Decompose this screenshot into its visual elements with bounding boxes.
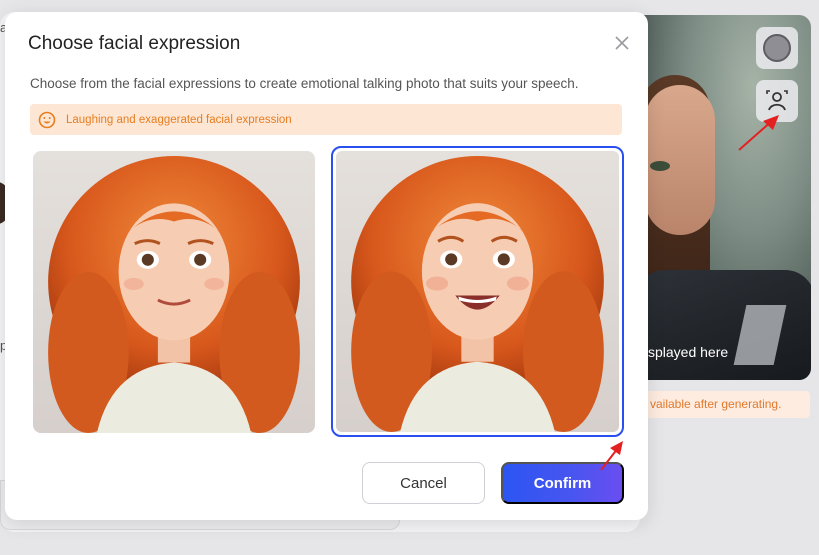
cancel-button[interactable]: Cancel — [362, 462, 485, 504]
dialog-title: Choose facial expression — [28, 33, 241, 54]
laughing-face-icon — [38, 111, 56, 129]
preview-placeholder-text: splayed here — [648, 344, 729, 360]
preview-jacket — [635, 270, 811, 380]
dialog-description: Choose from the facial expressions to cr… — [30, 76, 579, 91]
preview-eye — [650, 161, 670, 171]
selected-expression-banner: Laughing and exaggerated facial expressi… — [30, 104, 622, 135]
record-button[interactable] — [756, 27, 798, 69]
portrait-image — [33, 151, 315, 433]
annotation-arrow-icon — [600, 441, 623, 471]
photo-preview: splayed here — [620, 15, 811, 380]
selected-expression-label: Laughing and exaggerated facial expressi… — [66, 113, 292, 126]
close-icon — [615, 36, 629, 50]
expression-option-original[interactable] — [33, 151, 315, 433]
close-button[interactable] — [611, 32, 633, 54]
facial-expression-dialog: Choose facial expression Choose from the… — [5, 12, 648, 520]
expression-option-laughing[interactable] — [331, 146, 624, 437]
notice-bar: vailable after generating. — [620, 391, 810, 418]
portrait-image — [336, 151, 619, 432]
annotation-arrow-icon — [738, 115, 779, 151]
preview-face — [645, 85, 715, 235]
face-detect-icon — [766, 90, 788, 111]
record-icon — [763, 34, 791, 62]
